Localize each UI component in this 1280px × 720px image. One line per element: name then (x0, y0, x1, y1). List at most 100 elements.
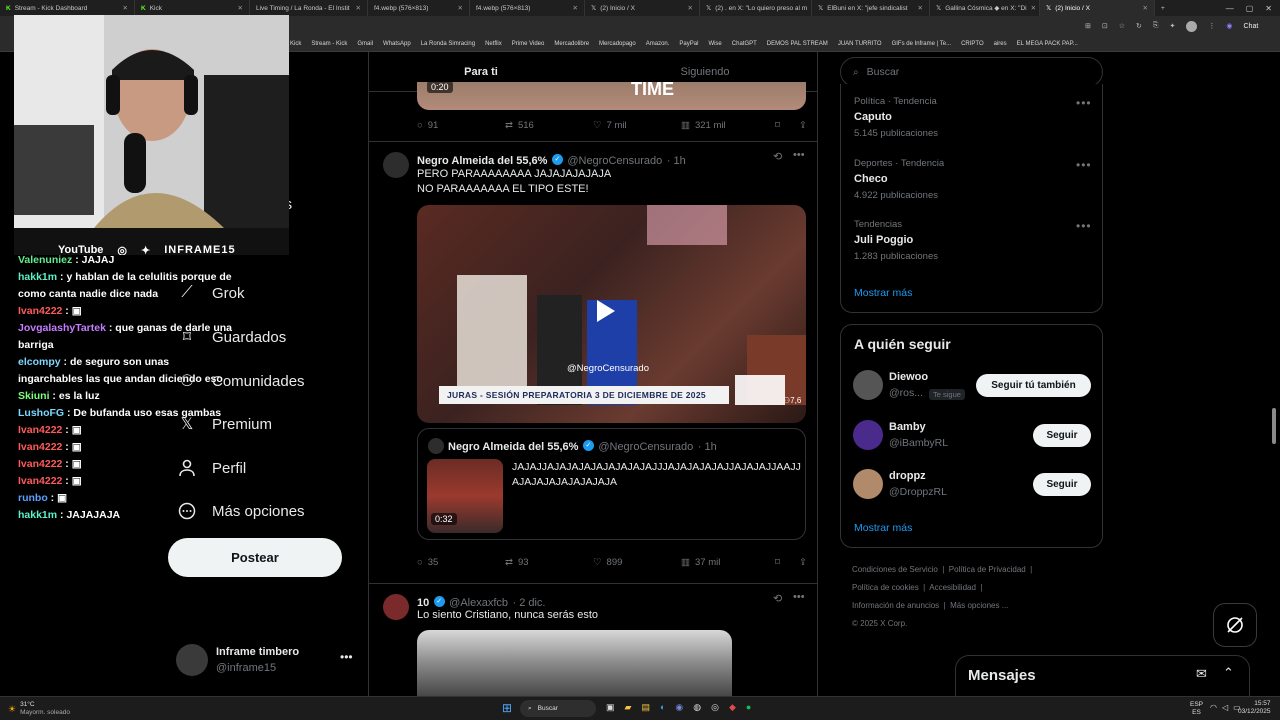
bookmark-item[interactable]: Amazon. (646, 41, 670, 47)
bookmark-item[interactable]: PayPal (679, 41, 698, 47)
discord-icon[interactable]: ◉ (675, 702, 683, 713)
bookmark-item[interactable]: Mercadolibre (554, 41, 589, 47)
app-icon[interactable]: ◆ (729, 702, 736, 713)
reply-button[interactable]: ○ 35 (417, 557, 505, 568)
chat-username[interactable]: Ivan4222 (18, 458, 62, 470)
browser-tab[interactable]: Live Timing / La Ronda - El Instit ✕ (250, 0, 368, 16)
browser-tab[interactable]: 𝕏 Gallina Cósmica ◆ en X: "Di ✕ (930, 0, 1040, 16)
chat-button[interactable]: Chat (1244, 23, 1259, 30)
footer-link[interactable]: Información de anuncios (852, 601, 939, 610)
trends-show-more[interactable]: Mostrar más (854, 287, 912, 299)
maximize-icon[interactable]: ▢ (1246, 4, 1254, 13)
bookmark-item[interactable]: DEMOS PAL STREAM (767, 41, 828, 47)
follow-button[interactable]: Seguir tú también (976, 374, 1091, 397)
trend-item[interactable]: Tendencias Juli Poggio 1.283 publicaciones… (854, 219, 1094, 277)
bookmark-item[interactable]: Kick (290, 41, 301, 47)
browser-tab[interactable]: K Kick ✕ (135, 0, 250, 16)
follow-suggestion[interactable]: Bamby @iBambyRL Seguir (853, 419, 1093, 453)
bookmark-item[interactable]: CRIPTO (961, 41, 984, 47)
more-icon[interactable]: ••• (1076, 219, 1092, 233)
edge-icon[interactable]: ◐ (660, 702, 665, 713)
share-icon[interactable]: ⇪ (799, 557, 807, 568)
bookmark-item[interactable]: Gmail (357, 41, 373, 47)
views-button[interactable]: ▥ 321 mil (681, 120, 775, 131)
footer-link[interactable]: Condiciones de Servicio (852, 565, 938, 574)
bookmark-item[interactable]: EL MEGA PACK PAP... (1017, 41, 1078, 47)
avatar[interactable] (383, 594, 409, 620)
bookmark-icon[interactable]: ⌑ (775, 557, 799, 568)
messages-drawer[interactable]: Mensajes ✉ ⌃ (955, 655, 1250, 696)
windows-start-icon[interactable]: ⊞ (502, 701, 512, 715)
tweet-time[interactable]: · 2 dic. (512, 597, 545, 609)
search-box[interactable]: ⌕ Buscar (840, 57, 1103, 87)
close-icon[interactable]: ✕ (458, 4, 463, 12)
avatar[interactable] (383, 152, 409, 178)
follow-suggestion[interactable]: droppz @DroppzRL Seguir (853, 468, 1093, 502)
follow-button[interactable]: Seguir (1033, 424, 1091, 447)
steam-icon[interactable]: ◍ (693, 702, 701, 713)
close-icon[interactable]: ✕ (123, 4, 128, 12)
refresh-icon[interactable]: ↻ (1136, 22, 1142, 30)
follow-show-more[interactable]: Mostrar más (854, 522, 912, 534)
chat-username[interactable]: Ivan4222 (18, 424, 62, 436)
browser-tab[interactable]: 𝕏(2) . en X: "Lo quiero preso al m✕ (700, 0, 812, 16)
tweet-author-handle[interactable]: @Alexaxfcb (449, 597, 508, 609)
browser-tab[interactable]: K Stream - Kick Dashboard ✕ (0, 0, 135, 16)
wifi-icon[interactable]: ◠ (1210, 703, 1217, 712)
quoted-tweet[interactable]: Negro Almeida del 55,6% ✓ @NegroCensurad… (417, 428, 806, 540)
folder-icon[interactable]: ▤ (641, 702, 650, 713)
footer-link[interactable]: Más opciones ... (950, 601, 1008, 610)
bookmark-item[interactable]: aires (994, 41, 1007, 47)
play-icon[interactable] (597, 300, 615, 322)
new-tab-button[interactable]: + (1155, 0, 1175, 16)
minimize-icon[interactable]: — (1226, 4, 1234, 13)
tray-language[interactable]: ESP ES (1190, 701, 1203, 717)
tray-clock[interactable]: 15:57 03/12/2025 (1238, 700, 1271, 716)
close-icon[interactable]: ✕ (1143, 4, 1148, 12)
task-view-icon[interactable]: ▣ (606, 702, 615, 713)
repost-button[interactable]: ⇄ 93 (505, 557, 593, 568)
tweet-media[interactable] (417, 630, 732, 696)
share-icon[interactable]: ⇪ (799, 120, 807, 131)
grok-icon[interactable]: ⟲ (773, 150, 782, 163)
translate-icon[interactable]: ⊡ (1102, 22, 1108, 30)
extension-icon[interactable]: ⊞ (1085, 22, 1091, 30)
close-window-icon[interactable]: ✕ (1265, 4, 1272, 13)
account-switcher[interactable]: Inframe timbero @inframe15 ••• (176, 644, 356, 678)
grok-fab[interactable] (1213, 603, 1257, 647)
star-icon[interactable]: ☆ (1119, 22, 1125, 30)
bookmark-item[interactable]: Prime Video (512, 41, 545, 47)
volume-icon[interactable]: ◁ (1222, 703, 1228, 712)
footer-link[interactable]: Accesibilidad (929, 583, 976, 592)
footer-link[interactable]: Política de cookies (852, 583, 919, 592)
tweet-video[interactable]: @NegroCensurado JURAS - SESIÓN PREPARATO… (417, 205, 806, 423)
like-button[interactable]: ♡ 7 mil (593, 120, 681, 131)
browser-tab-active[interactable]: 𝕏 (2) Inicio / X ✕ (1040, 0, 1155, 16)
trend-item[interactable]: Deportes · Tendencia Checo 4.922 publicaci… (854, 158, 1094, 216)
close-icon[interactable]: ✕ (918, 4, 923, 12)
bookmark-item[interactable]: JUAN TURRITO (838, 41, 882, 47)
chat-username[interactable]: Ivan4222 (18, 441, 62, 453)
views-button[interactable]: ▥ 37 mil (681, 557, 775, 568)
chat-username[interactable]: Ivan4222 (18, 305, 62, 317)
chat-username[interactable]: runbo (18, 492, 48, 504)
file-explorer-icon[interactable]: ▰ (625, 702, 632, 713)
chat-username[interactable]: JovgalashyTartek (18, 322, 106, 334)
post-button[interactable]: Postear (168, 538, 342, 577)
menu-icon[interactable]: ⋮ (1208, 22, 1215, 30)
tweet-media[interactable]: 0:20 TIME (417, 82, 806, 110)
chat-username[interactable]: Skiuni (18, 390, 50, 402)
follow-button[interactable]: Seguir (1033, 473, 1091, 496)
browser-tab[interactable]: 𝕏 (2) Inicio / X ✕ (585, 0, 700, 16)
chat-username[interactable]: hakk1m (18, 509, 57, 521)
bookmark-item[interactable]: La Ronda Simracing (421, 41, 475, 47)
tweet-author-handle[interactable]: @NegroCensurado (567, 155, 662, 167)
spotify-icon[interactable]: ● (746, 702, 751, 713)
follow-suggestion[interactable]: Diewoo @ros... Te sigue Seguir tú también (853, 369, 1093, 403)
screenshot-icon[interactable]: ⎘ (1153, 22, 1159, 30)
tweet-author-name[interactable]: 10 (417, 597, 429, 609)
bookmark-item[interactable]: GIFs de Inframe | Te... (892, 41, 951, 47)
reply-button[interactable]: ○ 91 (417, 120, 505, 131)
close-icon[interactable]: ✕ (1031, 4, 1036, 12)
more-icon[interactable]: ••• (793, 591, 805, 603)
